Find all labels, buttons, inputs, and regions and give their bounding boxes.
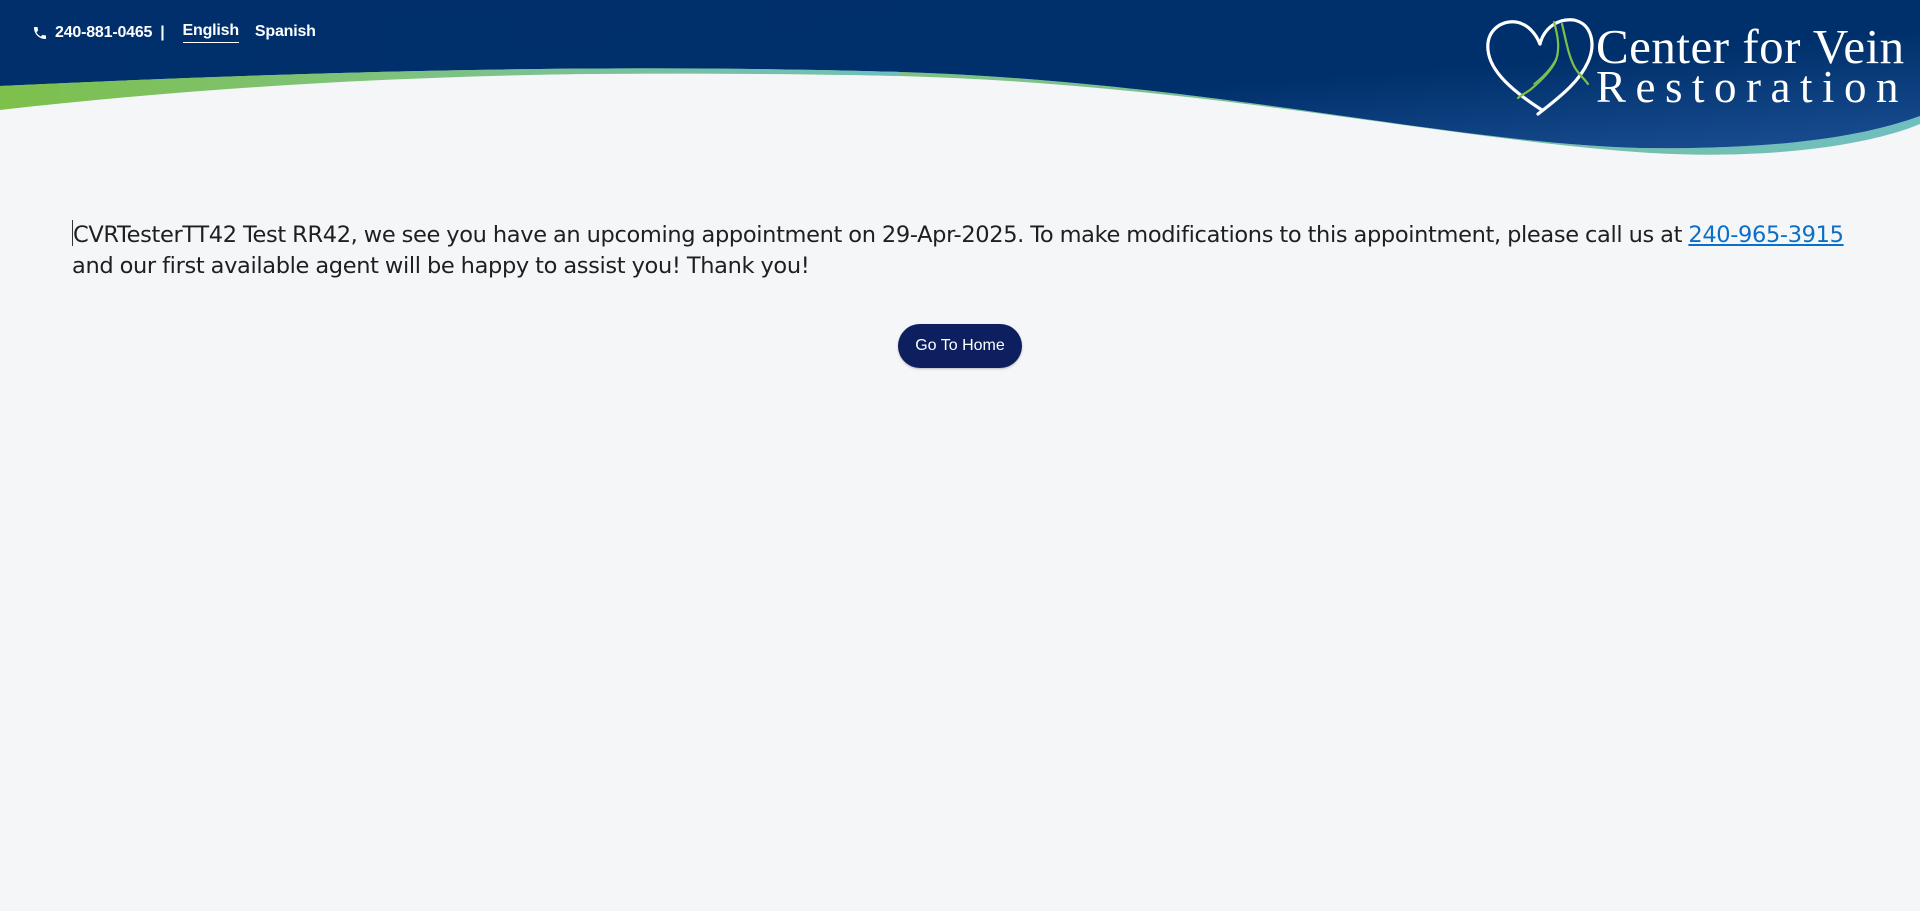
heart-leg-logo-icon <box>1486 18 1594 116</box>
logo-line-2: Restoration <box>1596 62 1908 112</box>
page: 240-881-0465 | English Spanish Center fo… <box>0 0 1920 911</box>
header-phone-link[interactable]: 240-881-0465 <box>55 24 152 42</box>
separator: | <box>160 23 165 41</box>
message-phone-link[interactable]: 240-965-3915 <box>1688 222 1844 248</box>
language-spanish-link[interactable]: Spanish <box>255 23 316 43</box>
site-header: 240-881-0465 | English Spanish Center fo… <box>0 0 1920 160</box>
top-contact-bar: 240-881-0465 | English Spanish <box>32 22 332 43</box>
language-english-link[interactable]: English <box>182 22 239 43</box>
appointment-message: CVRTesterTT42 Test RR42, we see you have… <box>72 220 1862 282</box>
message-text-end: and our first available agent will be ha… <box>72 253 810 279</box>
logo-wordmark: Center for Vein Restoration <box>1596 22 1908 110</box>
go-to-home-button[interactable]: Go To Home <box>898 324 1022 368</box>
site-logo[interactable]: Center for Vein Restoration <box>1484 14 1904 118</box>
message-text-start: CVRTesterTT42 Test RR42, we see you have… <box>73 222 1689 248</box>
phone-icon <box>32 25 48 41</box>
